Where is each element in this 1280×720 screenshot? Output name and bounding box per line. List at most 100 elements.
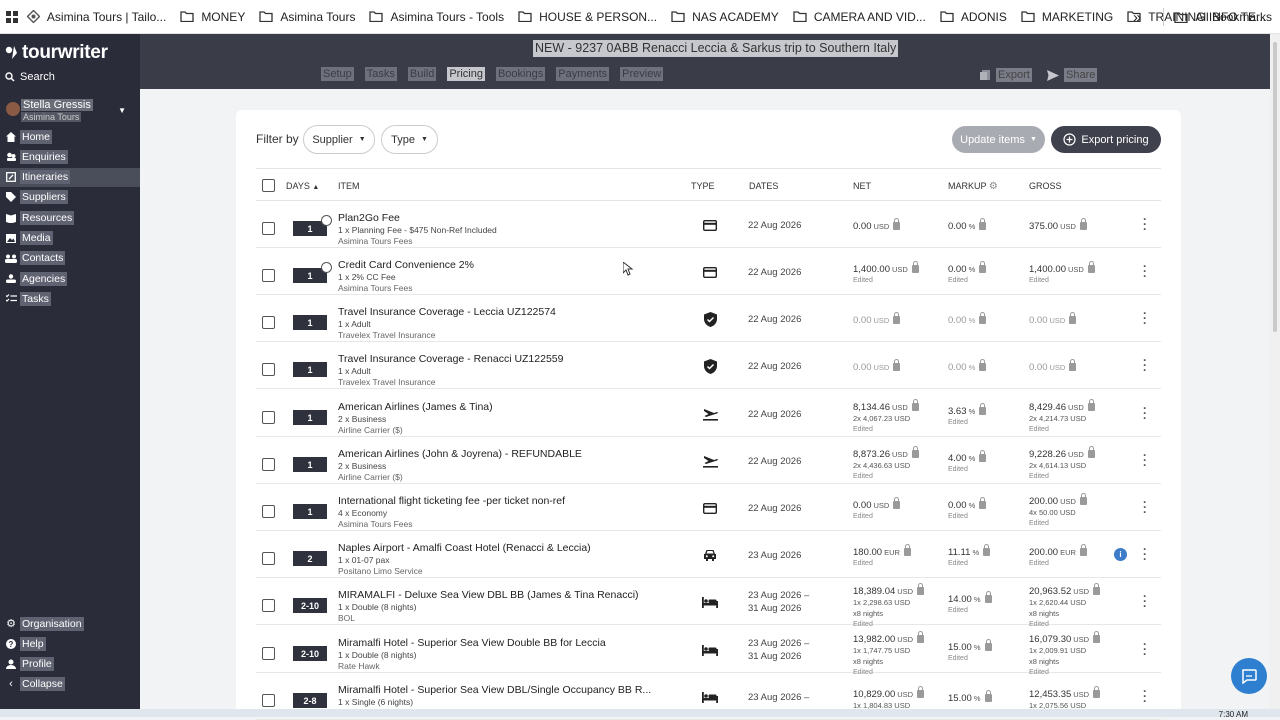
bookmark-item[interactable]: MONEY	[180, 10, 245, 24]
supplier-filter[interactable]: Supplier ▼	[303, 125, 375, 154]
bookmarks-overflow-button[interactable]: »	[1133, 9, 1141, 26]
lock-icon[interactable]	[1069, 312, 1077, 324]
item-title[interactable]: American Airlines (James & Tina)	[338, 401, 493, 413]
sidebar-item-media[interactable]: Media	[0, 229, 140, 248]
lock-icon[interactable]	[984, 639, 992, 651]
chat-button[interactable]	[1231, 658, 1267, 694]
lock-icon[interactable]	[1093, 583, 1101, 595]
lock-icon[interactable]	[979, 450, 987, 462]
table-row[interactable]: 2-10 Miramalfi Hotel - Superior Sea View …	[256, 626, 1161, 676]
row-checkbox[interactable]	[262, 316, 275, 329]
tab-tasks[interactable]: Tasks	[364, 67, 397, 81]
more-options-icon[interactable]: · · ·	[1143, 260, 1147, 282]
lock-icon[interactable]	[1093, 686, 1101, 698]
markup-value[interactable]: 0.00 % Edited	[948, 261, 987, 286]
type-filter[interactable]: Type ▼	[381, 125, 438, 154]
sidebar-item-enquiries[interactable]: Enquiries	[0, 147, 140, 166]
lock-icon[interactable]	[911, 446, 919, 458]
lock-icon[interactable]	[1079, 493, 1087, 505]
net-price[interactable]: 0.00 USD	[853, 359, 901, 373]
share-button[interactable]: Share	[1047, 68, 1098, 82]
bookmark-item[interactable]: MARKETING	[1021, 10, 1113, 24]
row-checkbox[interactable]	[262, 269, 275, 282]
markup-value[interactable]: 11.11 % Edited	[948, 544, 991, 569]
table-row[interactable]: 1 Credit Card Convenience 2% 1 x 2% CC Fee…	[256, 248, 1161, 295]
gross-price[interactable]: 16,079.30 USD 1x 2,009.91 USD x8 nights Edit…	[1029, 631, 1101, 678]
bookmark-item[interactable]: ADONIS	[940, 10, 1007, 24]
more-options-icon[interactable]: · · ·	[1143, 307, 1147, 329]
row-checkbox[interactable]	[262, 411, 275, 424]
lock-icon[interactable]	[917, 631, 925, 643]
sidebar-item-itineraries[interactable]: Itineraries	[0, 167, 140, 187]
lock-icon[interactable]	[893, 312, 901, 324]
export-button[interactable]: Export	[980, 68, 1032, 82]
net-price[interactable]: 0.00 USD	[853, 312, 901, 326]
sidebar-item-home[interactable]: Home	[0, 127, 140, 146]
row-checkbox[interactable]	[262, 694, 275, 707]
item-title[interactable]: Credit Card Convenience 2%	[338, 259, 474, 271]
table-row[interactable]: 1 American Airlines (John & Joyrena) - RE…	[256, 437, 1161, 484]
gross-price[interactable]: 200.00 EUR Edited	[1029, 544, 1087, 569]
table-row[interactable]: 2-10 MIRAMALFI - Deluxe Sea View DBL BB (…	[256, 578, 1161, 628]
tab-preview[interactable]: Preview	[620, 67, 664, 81]
lock-icon[interactable]	[1087, 399, 1095, 411]
all-bookmarks[interactable]: All Bookmarks	[1174, 10, 1272, 24]
table-row[interactable]: 1 Travel Insurance Coverage - Leccia UZ12…	[256, 295, 1161, 342]
sidebar-item-profile[interactable]: Profile	[0, 655, 140, 674]
markup-value[interactable]: 15.00 % Edited	[948, 639, 992, 664]
lock-icon[interactable]	[979, 497, 987, 509]
lock-icon[interactable]	[1079, 544, 1087, 556]
bookmark-item[interactable]: CAMERA AND VID...	[793, 10, 926, 24]
tab-setup[interactable]: Setup	[321, 67, 354, 81]
more-options-icon[interactable]: · · ·	[1143, 496, 1147, 518]
row-checkbox[interactable]	[262, 552, 275, 565]
gross-price[interactable]: 200.00 USD 4x 50.00 USD Edited	[1029, 493, 1087, 529]
more-options-icon[interactable]: · · ·	[1143, 543, 1147, 565]
lock-icon[interactable]	[979, 312, 987, 324]
lock-icon[interactable]	[1069, 359, 1077, 371]
row-checkbox[interactable]	[262, 363, 275, 376]
more-options-icon[interactable]: · · ·	[1143, 685, 1147, 707]
tab-pricing[interactable]: Pricing	[447, 67, 485, 81]
tourwriter-logo[interactable]: tourwriter	[5, 42, 108, 64]
table-row[interactable]: 2 Naples Airport - Amalfi Coast Hotel (Re…	[256, 531, 1161, 578]
sidebar-item-suppliers[interactable]: Suppliers	[0, 188, 140, 207]
markup-value[interactable]: 0.00 % Edited	[948, 497, 987, 522]
tab-build[interactable]: Build	[407, 67, 437, 81]
gross-price[interactable]: 1,400.00 USD Edited	[1029, 261, 1095, 286]
row-checkbox[interactable]	[262, 647, 275, 660]
lock-icon[interactable]	[893, 359, 901, 371]
lock-icon[interactable]	[917, 583, 925, 595]
net-price[interactable]: 1,400.00 USD Edited	[853, 261, 919, 286]
more-options-icon[interactable]: · · ·	[1143, 590, 1147, 612]
bookmark-item[interactable]: Asimina Tours	[259, 10, 355, 24]
gross-price[interactable]: 9,228.26 USD 2x 4,614.13 USD Edited	[1029, 446, 1095, 482]
scrollbar[interactable]	[1270, 34, 1280, 717]
markup-value[interactable]: 0.00 %	[948, 359, 987, 373]
lock-icon[interactable]	[979, 218, 987, 230]
table-row[interactable]: 1 International flight ticketing fee -per…	[256, 484, 1161, 531]
gross-price[interactable]: 0.00 USD	[1029, 359, 1077, 373]
sidebar-item-resources[interactable]: Resources	[0, 208, 140, 227]
apps-grid-icon[interactable]	[0, 10, 24, 23]
item-title[interactable]: Plan2Go Fee	[338, 212, 400, 224]
row-checkbox[interactable]	[262, 599, 275, 612]
net-price[interactable]: 8,134.46 USD 2x 4,067.23 USD Edited	[853, 399, 919, 435]
table-row[interactable]: 1 American Airlines (James & Tina) 2 x Bus…	[256, 390, 1161, 437]
lock-icon[interactable]	[911, 399, 919, 411]
net-price[interactable]: 180.00 EUR Edited	[853, 544, 911, 569]
gross-price[interactable]: 375.00 USD	[1029, 218, 1087, 232]
row-checkbox[interactable]	[262, 505, 275, 518]
select-all-checkbox[interactable]	[262, 179, 275, 192]
lock-icon[interactable]	[1087, 446, 1095, 458]
bookmark-item[interactable]: Asimina Tours - Tools	[369, 10, 504, 24]
lock-icon[interactable]	[1087, 261, 1095, 273]
lock-icon[interactable]	[979, 403, 987, 415]
lock-icon[interactable]	[903, 544, 911, 556]
lock-icon[interactable]	[893, 218, 901, 230]
more-options-icon[interactable]: · · ·	[1143, 354, 1147, 376]
item-title[interactable]: Travel Insurance Coverage - Renacci UZ12…	[338, 353, 563, 365]
bookmark-item[interactable]: NAS ACADEMY	[671, 10, 779, 24]
net-price[interactable]: 10,829.00 USD 1x 1,804.83 USD	[853, 686, 925, 711]
sidebar-item-tasks[interactable]: Tasks	[0, 289, 140, 308]
